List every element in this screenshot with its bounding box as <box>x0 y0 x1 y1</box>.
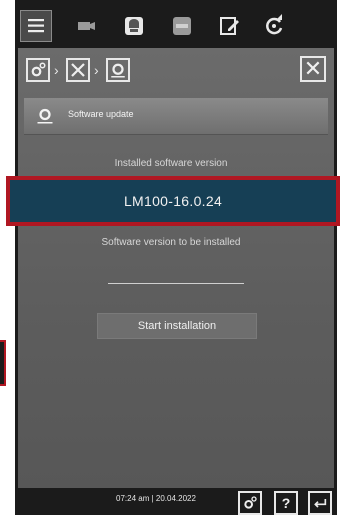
tab-edit[interactable] <box>214 10 246 42</box>
start-installation-button[interactable]: Start installation <box>97 313 257 339</box>
breadcrumb: › › ✕ <box>18 52 334 88</box>
settings-button[interactable] <box>238 491 262 515</box>
tab-cooking[interactable] <box>70 10 102 42</box>
breadcrumb-tools[interactable] <box>66 58 90 82</box>
gear-icon <box>111 63 125 78</box>
chevron-right-icon: › <box>54 62 59 78</box>
to-install-label: Software version to be installed <box>101 237 241 248</box>
tab-menu[interactable] <box>20 10 52 42</box>
refresh-icon <box>266 14 283 35</box>
close-icon: ✕ <box>303 56 323 81</box>
settings-icon <box>244 496 257 509</box>
edit-icon <box>220 17 239 35</box>
back-button[interactable] <box>308 491 332 515</box>
chef-hat-icon <box>125 17 143 35</box>
menu-icon <box>28 19 44 33</box>
to-install-value-line <box>108 283 244 284</box>
settings-gear-icon <box>31 62 46 77</box>
bottom-bar: 07:24 am | 20.04.2022 ? <box>18 488 334 515</box>
section-header: Software update <box>24 98 328 135</box>
installed-version-label: Installed software version <box>114 158 228 169</box>
installed-version-value: LM100-16.0.24 <box>123 193 223 209</box>
help-icon: ? <box>281 495 291 511</box>
software-gear-icon <box>37 108 53 124</box>
tab-recipes[interactable] <box>118 10 150 42</box>
close-button[interactable]: ✕ <box>300 56 326 82</box>
installed-version-field: LM100-16.0.24 <box>10 180 336 222</box>
tools-icon <box>71 63 85 77</box>
help-button[interactable]: ? <box>274 491 298 515</box>
tab-refresh[interactable] <box>258 10 290 42</box>
side-highlight-marker <box>0 340 6 386</box>
back-arrow-icon <box>314 499 327 508</box>
breadcrumb-software[interactable] <box>106 58 130 82</box>
cooking-icon <box>78 22 95 30</box>
chevron-right-icon: › <box>94 62 99 78</box>
tab-programs[interactable] <box>166 10 198 42</box>
section-title: Software update <box>68 109 134 119</box>
top-tab-bar <box>18 6 334 46</box>
datetime: 07:24 am | 20.04.2022 <box>116 494 196 503</box>
breadcrumb-settings[interactable] <box>26 58 50 82</box>
tray-icon <box>173 17 191 35</box>
